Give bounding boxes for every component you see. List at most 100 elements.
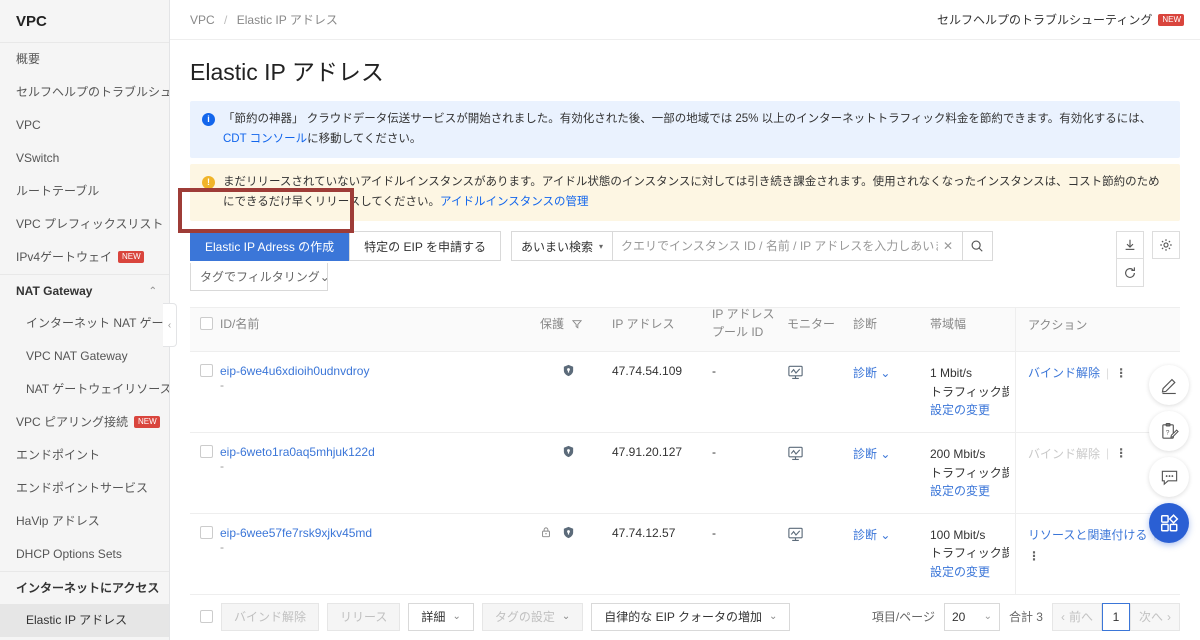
sidebar-item-1[interactable]: セルフヘルプのトラブルシューティン	[0, 76, 169, 109]
bandwidth-value: 100 Mbit/s	[930, 526, 1009, 545]
row-checkbox[interactable]	[200, 364, 213, 377]
breadcrumb-root[interactable]: VPC	[190, 13, 215, 27]
prev-page-button[interactable]: ‹ 前へ	[1052, 603, 1102, 631]
bandwidth-change-link[interactable]: 設定の変更	[930, 482, 1009, 501]
footer-action-2[interactable]: 詳細⌄	[408, 603, 473, 631]
row-primary-action[interactable]: バインド解除	[1028, 364, 1100, 381]
bandwidth-change-link[interactable]: 設定の変更	[930, 563, 1009, 582]
sidebar-item-3[interactable]: VSwitch	[0, 142, 169, 175]
toolbar: Elastic IP Adress の作成 タグでフィルタリング ⌄ 特定の E…	[190, 231, 1180, 291]
sidebar-item-10[interactable]: NAT ゲートウェイリソースプラン	[0, 373, 169, 406]
bandwidth-change-link[interactable]: 設定の変更	[930, 401, 1009, 420]
sidebar-item-16[interactable]: インターネットにアクセス⌃	[0, 571, 169, 604]
row-diagnosis-cell[interactable]: 診断 ⌄	[853, 352, 930, 393]
filter-funnel-icon[interactable]	[572, 319, 582, 329]
th-protection-label: 保護	[540, 317, 564, 331]
settings-button[interactable]	[1152, 231, 1180, 259]
sidebar-item-0[interactable]: 概要	[0, 43, 169, 76]
breadcrumb-current: Elastic IP アドレス	[237, 13, 338, 27]
sidebar-item-11[interactable]: VPC ピアリング接続NEW	[0, 406, 169, 439]
row-ip: 47.74.54.109	[612, 352, 712, 390]
info-banner-main: 「節約の神器」 クラウドデータ伝送サービスが開始されました。有効化された後、一部…	[223, 113, 1151, 125]
th-action: アクション	[1015, 308, 1180, 352]
breadcrumb: VPC / Elastic IP アドレス	[190, 11, 338, 28]
footer-select-all-checkbox[interactable]	[200, 610, 213, 623]
select-all-checkbox[interactable]	[200, 317, 213, 330]
per-page-label: 項目/ページ	[872, 608, 935, 625]
sidebar-collapse-button[interactable]: ‹	[163, 303, 177, 347]
sidebar-item-8[interactable]: インターネット NAT ゲートウェ	[0, 307, 169, 340]
shield-icon[interactable]	[562, 364, 575, 377]
chevron-down-icon: ⌄	[880, 366, 890, 380]
sidebar-item-13[interactable]: エンドポイントサービス	[0, 472, 169, 505]
edit-pencil-button[interactable]	[1149, 365, 1189, 405]
shield-icon[interactable]	[562, 526, 575, 539]
row-more-actions[interactable]: ⋮	[1115, 366, 1127, 380]
sidebar-item-14[interactable]: HaVip アドレス	[0, 505, 169, 538]
row-checkbox[interactable]	[200, 526, 213, 539]
sidebar-item-7[interactable]: NAT Gateway⌃	[0, 274, 169, 307]
eip-id-link[interactable]: eip-6we4u6xdioih0udnvdroy	[220, 364, 534, 378]
search-button[interactable]	[962, 231, 993, 261]
sidebar-item-5[interactable]: VPC プレフィックスリスト	[0, 208, 169, 241]
eip-id-link[interactable]: eip-6weto1ra0aq5mhjuk122d	[220, 445, 534, 459]
warning-banner: ! まだリリースされていないアイドルインスタンスがあります。アイドル状態のインス…	[190, 164, 1180, 221]
download-icon	[1123, 238, 1137, 252]
sidebar-item-label: インターネットにアクセス	[16, 581, 159, 595]
next-page-button[interactable]: 次へ ›	[1130, 603, 1180, 631]
next-page-label: 次へ	[1139, 608, 1163, 625]
row-checkbox[interactable]	[200, 445, 213, 458]
lock-icon[interactable]	[540, 526, 552, 538]
floating-actions: ?	[1149, 365, 1191, 549]
sidebar-item-label: HaVip アドレス	[16, 514, 100, 528]
row-more-actions[interactable]: ⋮	[1028, 549, 1040, 563]
apply-specific-eip-button[interactable]: 特定の EIP を申請する	[349, 231, 501, 261]
tag-filter-dropdown[interactable]: タグでフィルタリング ⌄	[190, 263, 328, 291]
survey-button[interactable]: ?	[1149, 411, 1189, 451]
footer-action-label: バインド解除	[234, 608, 306, 625]
search-scope-dropdown[interactable]: あいまい検索 ▾	[511, 231, 612, 261]
chevron-down-icon: ⌄	[880, 528, 890, 542]
shield-icon[interactable]	[562, 445, 575, 458]
bulk-actions: バインド解除リリース詳細⌄タグの設定⌄自律的な EIP クォータの増加⌄	[190, 603, 790, 631]
self-help-link[interactable]: セルフヘルプのトラブルシューティングNEW	[937, 11, 1184, 28]
row-diagnosis-cell[interactable]: 診断 ⌄	[853, 514, 930, 555]
apps-button[interactable]	[1149, 503, 1189, 543]
breadcrumb-separator: /	[224, 13, 227, 27]
per-page-select[interactable]: 20 ⌄	[944, 603, 1000, 631]
refresh-button[interactable]	[1116, 259, 1144, 287]
gear-icon	[1159, 238, 1173, 252]
idle-instance-manage-link[interactable]: アイドルインスタンスの管理	[440, 196, 588, 208]
bandwidth-billing: トラフィック課	[930, 544, 1009, 563]
sidebar-item-2[interactable]: VPC	[0, 109, 169, 142]
row-diagnosis-cell[interactable]: 診断 ⌄	[853, 433, 930, 474]
monitor-icon[interactable]	[787, 445, 804, 462]
chevron-down-icon: ⌄	[769, 611, 777, 622]
page-number-1[interactable]: 1	[1102, 603, 1130, 631]
eip-id-link[interactable]: eip-6wee57fe7rsk9xjkv45md	[220, 526, 534, 540]
monitor-icon[interactable]	[787, 364, 804, 381]
sidebar-item-9[interactable]: VPC NAT Gateway	[0, 340, 169, 373]
info-banner-text: 「節約の神器」 クラウドデータ伝送サービスが開始されました。有効化された後、一部…	[223, 110, 1168, 149]
row-pool: -	[712, 352, 787, 390]
sidebar-nav: 概要セルフヘルプのトラブルシューティンVPCVSwitchルートテーブルVPC …	[0, 43, 169, 637]
sidebar-item-label: インターネット NAT ゲートウェ	[26, 316, 169, 330]
svg-text:?: ?	[1165, 429, 1169, 436]
row-monitor-cell	[787, 352, 853, 393]
sidebar-item-12[interactable]: エンドポイント	[0, 439, 169, 472]
row-primary-action[interactable]: リソースと関連付ける	[1028, 526, 1147, 543]
feedback-button[interactable]	[1149, 457, 1189, 497]
sidebar-item-15[interactable]: DHCP Options Sets	[0, 538, 169, 571]
footer-action-4[interactable]: 自律的な EIP クォータの増加⌄	[591, 603, 790, 631]
row-select-cell	[190, 514, 220, 551]
download-button[interactable]	[1116, 231, 1144, 259]
sidebar-item-4[interactable]: ルートテーブル	[0, 175, 169, 208]
row-more-actions[interactable]: ⋮	[1115, 446, 1127, 460]
search-input[interactable]	[612, 231, 962, 261]
cdt-console-link[interactable]: CDT コンソール	[223, 133, 307, 145]
monitor-icon[interactable]	[787, 526, 804, 543]
sidebar-item-17[interactable]: Elastic IP アドレス	[0, 604, 169, 637]
sidebar-item-6[interactable]: IPv4ゲートウェイNEW	[0, 241, 169, 274]
chevron-down-icon: ⌄	[320, 270, 328, 284]
create-eip-button[interactable]: Elastic IP Adress の作成	[190, 231, 349, 261]
